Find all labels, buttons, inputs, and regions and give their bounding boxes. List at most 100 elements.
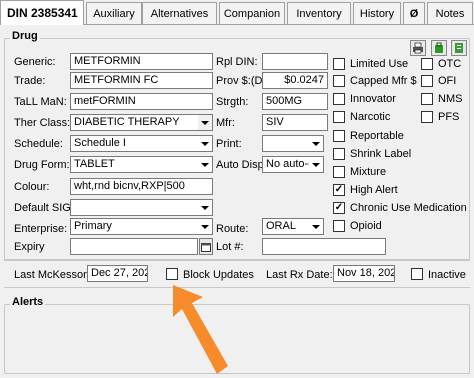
tab-notes[interactable]: Notes — [427, 2, 473, 24]
expiry-field[interactable] — [70, 238, 198, 255]
trade-label: Trade: — [14, 75, 46, 87]
last-rx-date-field[interactable]: Nov 18, 2022 — [333, 265, 395, 282]
alerts-group — [4, 304, 470, 374]
mfr-field[interactable]: SIV — [262, 114, 328, 131]
enterprise-select[interactable]: Primary — [70, 218, 213, 235]
reportable-label: Reportable — [350, 130, 404, 142]
tallman-label: TaLL MaN: — [14, 96, 67, 108]
chevron-down-icon — [198, 200, 212, 215]
pfs-checkbox[interactable] — [421, 111, 433, 123]
chevron-down-icon — [309, 136, 323, 151]
last-mckesson-label: Last McKesson: — [14, 269, 93, 281]
chronic-use-label: Chronic Use Medication — [350, 202, 467, 214]
auto-disp-select[interactable]: No auto-c — [262, 156, 324, 173]
tab-din-label: DIN 2385341 — [7, 6, 78, 20]
tab-companion-label: Companion — [223, 7, 281, 20]
rpl-din-label: Rpl DIN: — [216, 56, 258, 68]
tab-din[interactable]: DIN 2385341 — [0, 0, 84, 25]
prov-label: Prov $:(D) — [216, 75, 267, 87]
innovator-label: Innovator — [350, 93, 396, 105]
colour-field[interactable]: wht,rnd bicnv,RXP|500 — [70, 178, 213, 195]
innovator-checkbox[interactable] — [333, 93, 345, 105]
print-label-icon[interactable] — [410, 40, 426, 56]
schedule-value: Schedule I — [74, 137, 126, 149]
default-sig-label: Default SIG — [14, 202, 71, 214]
trade-field[interactable]: METFORMIN FC — [70, 72, 213, 89]
otc-checkbox[interactable] — [421, 58, 433, 70]
opioid-checkbox[interactable] — [333, 220, 345, 232]
tab-companion[interactable]: Companion — [219, 2, 285, 24]
mixture-checkbox[interactable] — [333, 166, 345, 178]
chevron-down-icon — [309, 219, 323, 234]
separator — [4, 287, 470, 288]
shrink-label-checkbox[interactable] — [333, 148, 345, 160]
print-select[interactable] — [262, 135, 324, 152]
generic-field[interactable]: METFORMIN — [70, 53, 213, 70]
separator — [4, 260, 470, 261]
block-updates-label: Block Updates — [183, 269, 254, 281]
document-icon[interactable] — [451, 40, 467, 56]
prov-price-field[interactable]: $0.0247 — [262, 72, 328, 89]
route-select[interactable]: ORAL — [262, 218, 324, 235]
tab-inventory[interactable]: Inventory — [287, 2, 351, 24]
tab-inventory-label: Inventory — [296, 7, 342, 20]
ther-class-label: Ther Class: — [14, 117, 71, 129]
tab-history-label: History — [359, 7, 395, 20]
ther-class-select[interactable]: DIABETIC THERAPY — [70, 114, 213, 131]
lot-label: Lot #: — [216, 241, 244, 253]
tab-notes-label: Notes — [435, 7, 465, 20]
strgth-field[interactable]: 500MG — [262, 93, 328, 110]
tab-attachments[interactable]: Ø — [403, 2, 425, 24]
orange-arrow-icon — [173, 285, 228, 374]
high-alert-label: High Alert — [350, 184, 398, 196]
nms-label: NMS — [438, 93, 463, 105]
capped-mfr-checkbox[interactable] — [333, 75, 345, 87]
drug-form-value: TABLET — [74, 158, 115, 170]
last-mckesson-field[interactable]: Dec 27, 2022 — [87, 265, 148, 282]
schedule-select[interactable]: Schedule I — [70, 135, 213, 152]
alerts-group-title: Alerts — [10, 296, 46, 308]
rpl-din-field[interactable] — [262, 53, 328, 70]
enterprise-label: Enterprise: — [14, 223, 68, 235]
narcotic-label: Narcotic — [350, 111, 391, 123]
narcotic-checkbox[interactable] — [333, 111, 345, 123]
limited-use-label: Limited Use — [350, 58, 409, 70]
chevron-down-icon — [309, 157, 323, 172]
high-alert-checkbox[interactable] — [333, 184, 345, 196]
mixture-label: Mixture — [350, 166, 387, 178]
otc-label: OTC — [438, 58, 462, 70]
route-label: Route: — [216, 223, 249, 235]
inactive-label: Inactive — [428, 269, 466, 281]
block-updates-checkbox[interactable] — [166, 268, 178, 280]
schedule-label: Schedule: — [14, 138, 63, 150]
chevron-down-icon — [198, 115, 212, 130]
mfr-label: Mfr: — [216, 117, 235, 129]
nms-checkbox[interactable] — [421, 93, 433, 105]
drug-form-select[interactable]: TABLET — [70, 156, 213, 173]
limited-use-checkbox[interactable] — [333, 58, 345, 70]
tab-auxiliary[interactable]: Auxiliary — [86, 2, 142, 24]
auto-disp-label: Auto Disp: — [216, 159, 267, 171]
drug-group-title: Drug — [10, 30, 40, 42]
ther-class-value: DIABETIC THERAPY — [74, 116, 180, 128]
tallman-field[interactable]: metFORMIN — [70, 93, 213, 110]
chronic-use-checkbox[interactable] — [333, 202, 345, 214]
tab-alternatives[interactable]: Alternatives — [142, 2, 217, 24]
strgth-label: Strgth: — [216, 96, 249, 108]
pfs-label: PFS — [438, 111, 460, 123]
chevron-down-icon — [198, 219, 212, 234]
green-bag-icon[interactable] — [431, 40, 447, 56]
reportable-checkbox[interactable] — [333, 130, 345, 142]
tab-history[interactable]: History — [353, 2, 401, 24]
calendar-icon[interactable] — [199, 238, 213, 255]
inactive-checkbox[interactable] — [411, 268, 423, 280]
tab-alternatives-label: Alternatives — [150, 7, 209, 20]
print-label: Print: — [216, 138, 242, 150]
auto-disp-value: No auto-c — [266, 158, 314, 170]
expiry-label: Expiry — [14, 241, 45, 253]
paperclip-icon: Ø — [409, 7, 419, 20]
ofi-checkbox[interactable] — [421, 75, 433, 87]
lot-field[interactable] — [262, 238, 386, 255]
default-sig-select[interactable] — [70, 199, 213, 216]
shrink-label-label: Shrink Label — [350, 148, 412, 160]
